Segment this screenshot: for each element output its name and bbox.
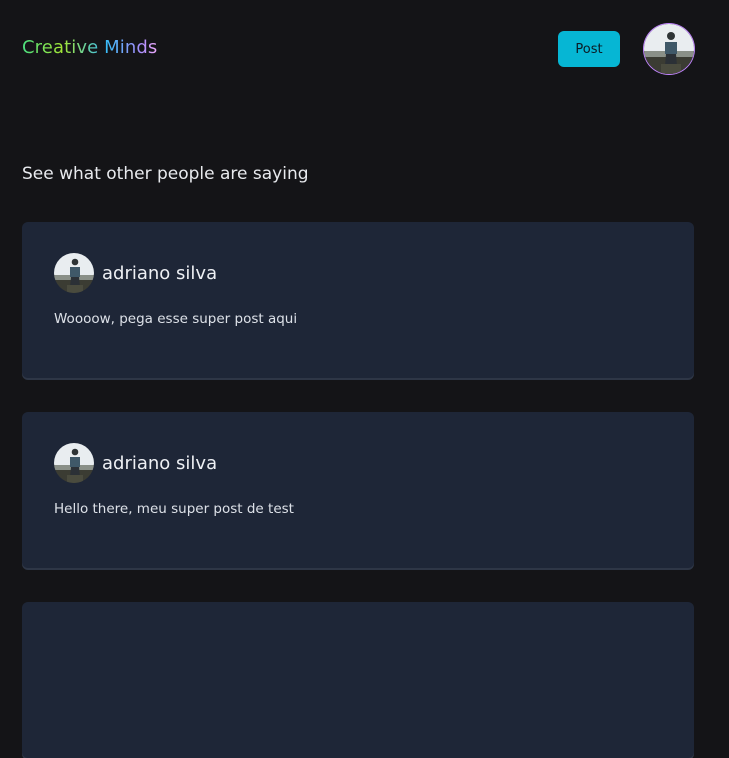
post-author: adriano silva xyxy=(54,443,217,483)
section-title: See what other people are saying xyxy=(22,164,309,184)
post-text: Hello there, meu super post de test xyxy=(54,501,294,517)
post-author: adriano silva xyxy=(54,253,217,293)
post-card: adriano silva Hello there, meu super pos… xyxy=(22,412,694,568)
post-text: Woooow, pega esse super post aqui xyxy=(54,311,298,327)
author-name: adriano silva xyxy=(102,452,218,474)
app-logo[interactable]: Creative Minds xyxy=(22,37,157,58)
post-card: adriano silva Woooow, pega esse super po… xyxy=(22,222,694,378)
author-avatar xyxy=(54,253,94,293)
avatar-photo-icon xyxy=(644,24,694,74)
post-card xyxy=(22,602,694,758)
post-button[interactable]: Post xyxy=(558,31,620,67)
user-avatar[interactable] xyxy=(644,24,694,74)
author-name: adriano silva xyxy=(102,262,218,284)
author-avatar xyxy=(54,443,94,483)
avatar-photo-icon xyxy=(54,253,94,293)
avatar-photo-icon xyxy=(54,443,94,483)
top-navbar: Creative Minds Post xyxy=(0,0,729,98)
